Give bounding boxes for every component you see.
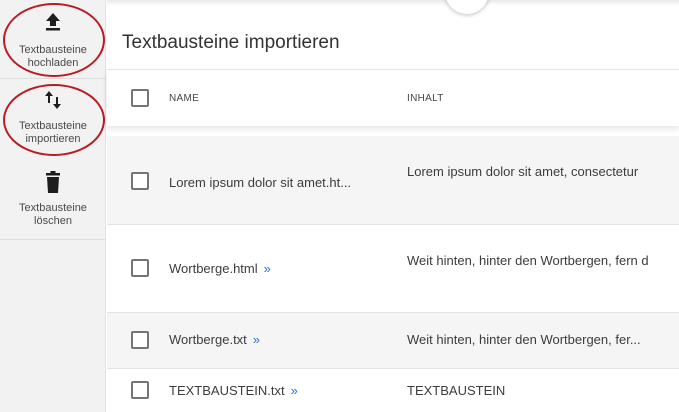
open-link-chevron[interactable]: » <box>264 261 271 276</box>
page-title: Textbausteine importieren <box>122 32 340 53</box>
upload-icon <box>41 10 65 34</box>
column-header-content[interactable]: INHALT <box>407 93 444 104</box>
table-row[interactable]: Wortberge.txt » Weit hinten, hinter den W… <box>107 313 679 369</box>
open-link-chevron[interactable]: » <box>291 383 298 398</box>
floating-action-button[interactable] <box>445 0 489 14</box>
delete-text-blocks-button[interactable]: Textbausteine löschen <box>0 170 106 228</box>
open-link-chevron[interactable]: » <box>253 332 260 347</box>
row-name-wrap[interactable]: Wortberge.txt » <box>169 332 260 347</box>
row-content: TEXTBAUSTEIN <box>407 383 506 398</box>
trash-icon <box>41 170 65 194</box>
select-all-checkbox[interactable] <box>131 89 149 107</box>
row-name[interactable]: Wortberge.html <box>169 261 258 276</box>
row-name[interactable]: TEXTBAUSTEIN.txt <box>169 383 285 398</box>
delete-label-line2: löschen <box>34 215 72 227</box>
row-content: Weit hinten, hinter den Wortbergen, fer.… <box>407 332 641 347</box>
swap-vert-icon <box>41 88 65 112</box>
table-row[interactable]: Wortberge.html » Weit hinten, hinter den … <box>107 225 679 313</box>
upload-label-line1: Textbausteine <box>19 44 87 56</box>
upload-text-blocks-button[interactable]: Textbausteine hochladen <box>0 10 106 70</box>
table-row[interactable]: TEXTBAUSTEIN.txt » TEXTBAUSTEIN <box>107 369 679 412</box>
import-label-line2: importieren <box>25 133 81 145</box>
sidebar-divider <box>0 239 106 240</box>
row-checkbox[interactable] <box>131 172 149 190</box>
top-shadow <box>107 0 679 6</box>
sidebar-divider <box>0 78 106 79</box>
row-name-wrap[interactable]: Wortberge.html » <box>169 261 271 276</box>
row-checkbox[interactable] <box>131 381 149 399</box>
sidebar: Textbausteine hochladen Textbausteine im… <box>0 0 106 412</box>
table-header: NAME INHALT <box>107 69 679 126</box>
delete-label-line1: Textbausteine <box>19 202 87 214</box>
import-label-line1: Textbausteine <box>19 120 87 132</box>
row-name[interactable]: Lorem ipsum dolor sit amet.ht... <box>169 175 351 190</box>
column-header-name[interactable]: NAME <box>169 93 199 104</box>
row-name[interactable]: Wortberge.txt <box>169 332 247 347</box>
row-content: Lorem ipsum dolor sit amet, consectetur <box>407 164 639 179</box>
row-checkbox[interactable] <box>131 259 149 277</box>
row-checkbox[interactable] <box>131 331 149 349</box>
row-content: Weit hinten, hinter den Wortbergen, fern… <box>407 253 649 268</box>
row-name-wrap[interactable]: TEXTBAUSTEIN.txt » <box>169 383 298 398</box>
import-text-blocks-button[interactable]: Textbausteine importieren <box>0 88 106 146</box>
main-panel: Textbausteine importieren NAME INHALT Lo… <box>107 0 679 412</box>
upload-label-line2: hochladen <box>27 57 79 69</box>
table-row[interactable]: Lorem ipsum dolor sit amet.ht... Lorem i… <box>107 136 679 225</box>
